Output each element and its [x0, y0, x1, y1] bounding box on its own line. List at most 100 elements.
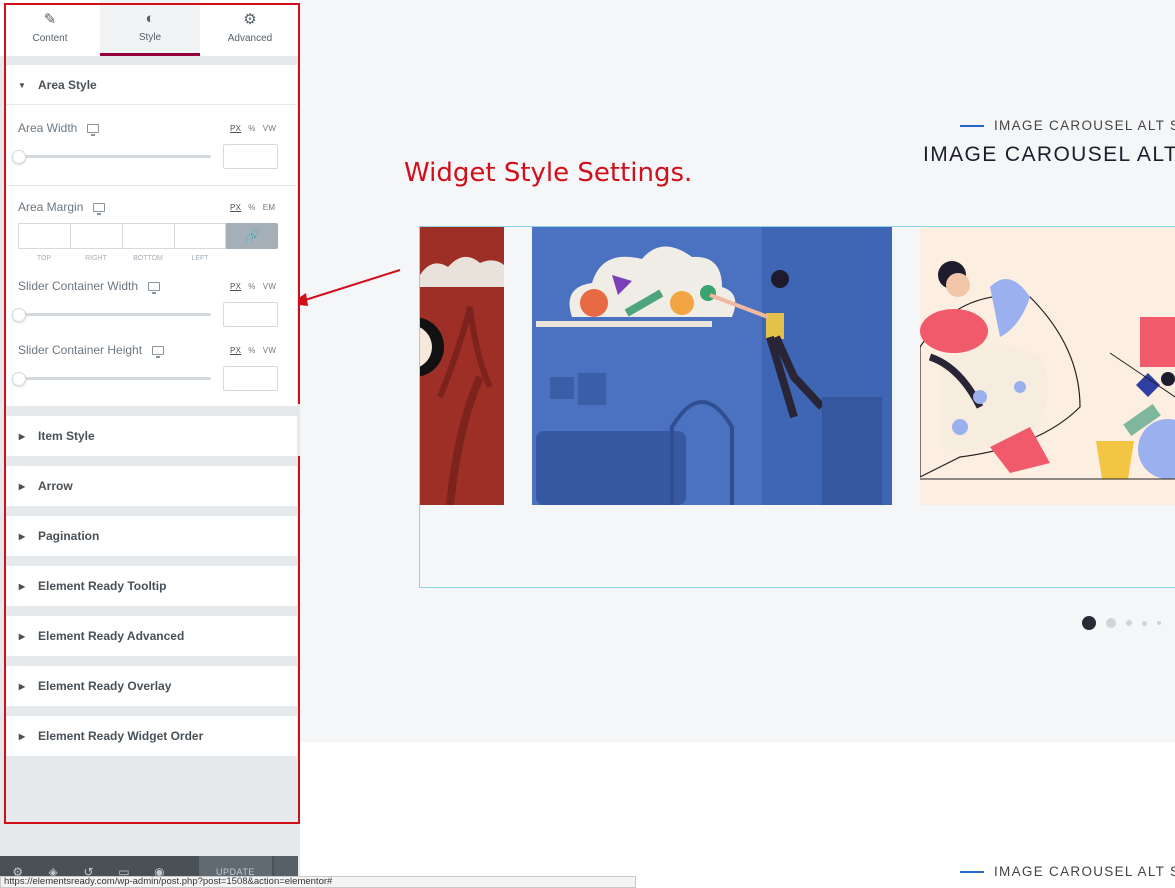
slider-container-width-handle[interactable]	[12, 308, 26, 322]
divider	[6, 185, 297, 186]
tab-label: Style	[138, 31, 162, 43]
area-width-text: Area Width	[18, 121, 78, 135]
section-arrow[interactable]: ▶ Arrow	[6, 466, 297, 506]
margin-top-input[interactable]	[18, 223, 70, 249]
gear-icon: ⚙	[243, 11, 257, 28]
dim-label-bottom: BOTTOM	[133, 255, 163, 262]
tab-label: Advanced	[227, 33, 273, 44]
section-title: Area Style	[38, 78, 97, 92]
section-subtitle: IMAGE CAROUSEL ALT ST	[960, 118, 1175, 133]
slider-container-height-slider[interactable]	[18, 377, 211, 380]
section-element-ready-widget-order[interactable]: ▶ Element Ready Widget Order	[6, 716, 297, 756]
slider-container-height-label: Slider Container Height	[18, 343, 165, 358]
desktop-icon[interactable]	[152, 345, 165, 358]
units-switch: PX% VW	[230, 124, 283, 133]
carousel-slide[interactable]	[920, 227, 1175, 505]
section-item-style[interactable]: ▶ Item Style	[6, 416, 297, 456]
margin-left-input[interactable]	[174, 223, 226, 249]
caret-right-icon: ▶	[18, 481, 26, 491]
unit-vw[interactable]: VW	[263, 282, 277, 291]
unit-em[interactable]: EM	[263, 203, 276, 212]
section-title: Element Ready Widget Order	[38, 729, 204, 743]
unit-percent[interactable]: %	[248, 203, 255, 212]
slider-container-height-handle[interactable]	[12, 372, 26, 386]
tab-advanced[interactable]: ⚙ Advanced	[200, 0, 300, 56]
caret-right-icon: ▶	[18, 681, 26, 691]
unit-percent[interactable]: %	[248, 282, 255, 291]
caret-right-icon: ▶	[18, 731, 26, 741]
section-title: Element Ready Tooltip	[38, 579, 167, 593]
section-element-ready-advanced[interactable]: ▶ Element Ready Advanced	[6, 616, 297, 656]
area-style-controls: Area Width PX% VW Area Margin PX% EM 🔗 TOP…	[6, 104, 297, 406]
annotation-arrow	[300, 269, 401, 306]
carousel-pagination	[1082, 616, 1171, 630]
units-switch: PX% EM	[230, 203, 282, 212]
slider-container-height-text: Slider Container Height	[18, 343, 143, 357]
section-element-ready-overlay[interactable]: ▶ Element Ready Overlay	[6, 666, 297, 706]
area-width-slider-handle[interactable]	[12, 150, 26, 164]
pagination-dot[interactable]	[1157, 621, 1161, 625]
pagination-dot[interactable]	[1106, 618, 1116, 628]
unit-vw[interactable]: VW	[263, 124, 277, 133]
margin-right-input[interactable]	[70, 223, 122, 249]
dim-label-left: LEFT	[191, 255, 209, 262]
unit-px[interactable]: PX	[230, 282, 241, 291]
slide-illustration	[532, 227, 892, 505]
unit-percent[interactable]: %	[248, 124, 255, 133]
unit-px[interactable]: PX	[230, 124, 241, 133]
area-margin-text: Area Margin	[18, 200, 84, 214]
area-width-label: Area Width	[18, 121, 100, 136]
pagination-dot[interactable]	[1126, 620, 1132, 626]
subtitle-dash	[960, 124, 984, 127]
tab-style[interactable]: ◐ Style	[100, 0, 200, 56]
section-pagination[interactable]: ▶ Pagination	[6, 516, 297, 556]
dim-label-top: TOP	[36, 255, 52, 262]
margin-bottom-input[interactable]	[122, 223, 174, 249]
desktop-icon[interactable]	[87, 123, 100, 136]
area-width-slider[interactable]	[18, 155, 211, 158]
browser-status-url: https://elementsready.com/wp-admin/post.…	[0, 876, 636, 888]
tab-label: Content	[32, 33, 68, 44]
image-carousel[interactable]	[419, 226, 1175, 588]
next-section-subtitle: IMAGE CAROUSEL ALT ST	[960, 864, 1175, 879]
unit-percent[interactable]: %	[248, 346, 255, 355]
slide-illustration	[420, 227, 504, 505]
caret-right-icon: ▶	[18, 581, 26, 591]
editor-panel: ✎ Content ◐ Style ⚙ Advanced ▼ Area Styl…	[0, 0, 300, 888]
preview-canvas: IMAGE CAROUSEL ALT ST IMAGE CAROUSEL ALT…	[300, 0, 1175, 888]
caret-down-icon: ▼	[18, 80, 26, 90]
caret-right-icon: ▶	[18, 431, 26, 441]
area-width-input[interactable]	[223, 144, 278, 169]
slider-container-width-text: Slider Container Width	[18, 279, 139, 293]
section-title: IMAGE CAROUSEL ALT ST	[923, 143, 1175, 166]
slider-container-width-input[interactable]	[223, 302, 278, 327]
unit-px[interactable]: PX	[230, 346, 241, 355]
section-title: Element Ready Advanced	[38, 629, 185, 643]
tab-content[interactable]: ✎ Content	[0, 0, 100, 56]
section-area-style[interactable]: ▼ Area Style	[6, 65, 297, 105]
pagination-dot[interactable]	[1142, 620, 1147, 626]
link-values-icon[interactable]: 🔗	[226, 223, 278, 249]
section-element-ready-tooltip[interactable]: ▶ Element Ready Tooltip	[6, 566, 297, 606]
units-switch: PX% VW	[230, 282, 283, 291]
caret-right-icon: ▶	[18, 631, 26, 641]
unit-px[interactable]: PX	[230, 203, 241, 212]
desktop-icon[interactable]	[148, 281, 161, 294]
subtitle-text: IMAGE CAROUSEL ALT ST	[994, 118, 1175, 133]
slide-illustration	[920, 227, 1175, 505]
slider-container-height-input[interactable]	[223, 366, 278, 391]
unit-vw[interactable]: VW	[263, 346, 277, 355]
units-switch: PX% VW	[230, 346, 283, 355]
margin-dimensions: 🔗	[18, 223, 278, 249]
section-title: Element Ready Overlay	[38, 679, 172, 693]
section-title: Pagination	[38, 529, 100, 543]
desktop-icon[interactable]	[93, 202, 106, 215]
carousel-slide[interactable]	[532, 227, 892, 505]
margin-dimension-labels: TOP RIGHT BOTTOM LEFT	[18, 255, 226, 262]
pagination-dot-active[interactable]	[1082, 616, 1096, 630]
slider-container-width-slider[interactable]	[18, 313, 211, 316]
subtitle-text: IMAGE CAROUSEL ALT ST	[994, 864, 1175, 879]
carousel-slide[interactable]	[420, 227, 504, 505]
section-title: Arrow	[38, 479, 73, 493]
area-margin-label: Area Margin	[18, 200, 106, 215]
